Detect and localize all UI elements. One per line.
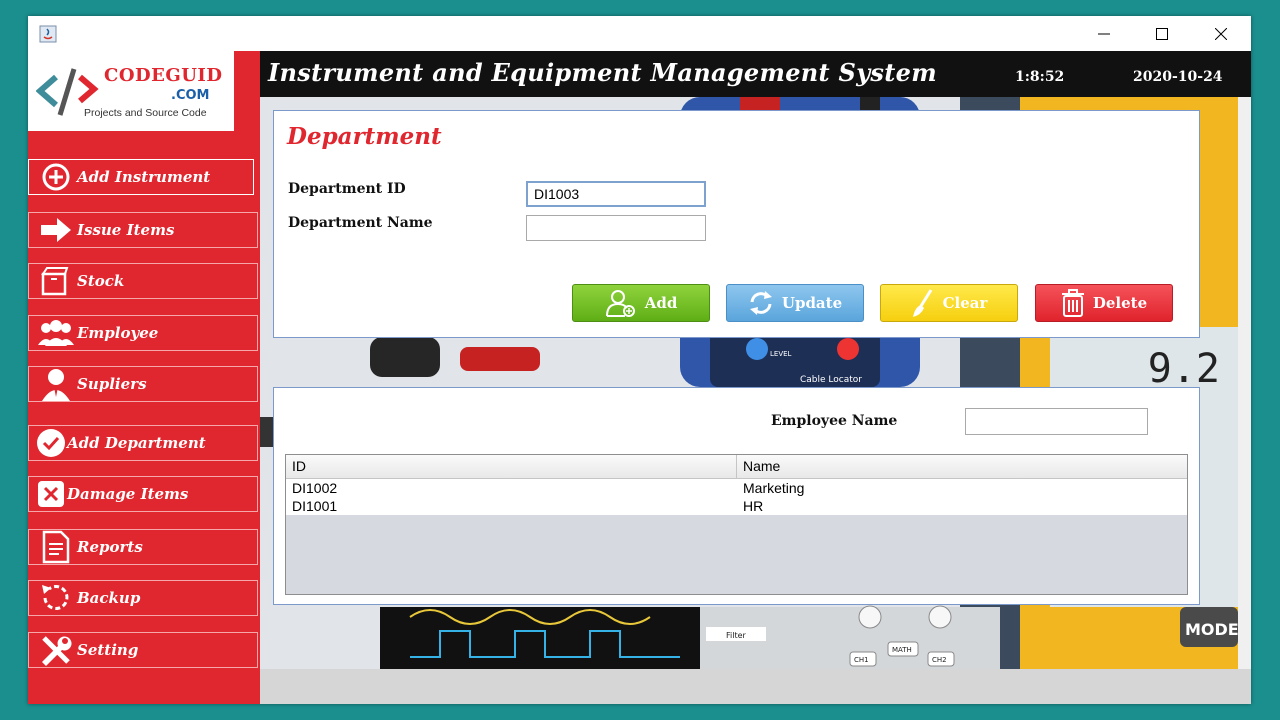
java-app-icon: [39, 25, 57, 43]
sidebar-item-issue-items[interactable]: Issue Items: [28, 212, 258, 248]
logo-name: CODEGUID: [104, 65, 223, 86]
app-window: CODEGUID .COM Projects and Source Code A…: [28, 16, 1251, 704]
update-button[interactable]: Update: [726, 284, 864, 322]
person-icon: [35, 366, 77, 402]
department-list-panel: Employee Name ID Name DI1002 Marketing D…: [273, 387, 1200, 605]
sidebar-item-reports[interactable]: Reports: [28, 529, 258, 565]
cell-name: Marketing: [743, 480, 805, 496]
x-box-icon: [35, 476, 67, 512]
window-titlebar: [28, 16, 1251, 51]
trash-icon: [1061, 289, 1084, 317]
close-button[interactable]: [1192, 16, 1250, 51]
report-icon: [35, 529, 77, 565]
sidebar-item-label: Supliers: [77, 375, 147, 393]
math-label: MATH: [892, 646, 912, 654]
brush-icon: [912, 289, 932, 317]
table-row[interactable]: DI1002 Marketing: [286, 479, 1187, 497]
app-header: Instrument and Equipment Management Syst…: [260, 51, 1251, 97]
sidebar-item-label: Damage Items: [67, 485, 189, 503]
department-name-input[interactable]: [526, 215, 706, 241]
cell-id: DI1002: [292, 480, 338, 496]
add-user-icon: [605, 290, 635, 317]
add-button[interactable]: Add: [572, 284, 710, 322]
sidebar-item-label: Issue Items: [77, 221, 175, 239]
form-title: Department: [287, 123, 442, 150]
refresh-icon: [749, 291, 772, 315]
backup-icon: [35, 580, 77, 616]
department-name-label: Department Name: [288, 215, 433, 231]
minimize-icon: [1098, 33, 1110, 34]
sidebar-item-label: Setting: [77, 641, 139, 659]
maximize-button[interactable]: [1133, 16, 1191, 51]
logo-suffix: .COM: [171, 88, 210, 103]
filter-label: Filter: [726, 631, 747, 640]
group-icon: [35, 315, 77, 351]
sidebar-item-add-department[interactable]: Add Department: [28, 425, 258, 461]
box-icon: [35, 263, 77, 299]
table-header: ID Name: [286, 455, 1187, 479]
employee-name-search-input[interactable]: [965, 408, 1148, 435]
clock-time: 1:8:52: [1015, 69, 1065, 85]
window-bottom-strip: [260, 669, 1251, 704]
maximize-icon: [1156, 27, 1168, 40]
sidebar-item-employee[interactable]: Employee: [28, 315, 258, 351]
arrow-right-icon: [35, 212, 77, 248]
logo-tagline: Projects and Source Code: [84, 107, 207, 119]
clock-date: 2020-10-24: [1133, 69, 1223, 85]
department-table: ID Name DI1002 Marketing DI1001 HR: [285, 454, 1188, 595]
employee-name-label: Employee Name: [771, 413, 898, 429]
cell-id: DI1001: [292, 498, 338, 514]
department-id-label: Department ID: [288, 181, 406, 197]
app-title: Instrument and Equipment Management Syst…: [268, 58, 937, 87]
sidebar: CODEGUID .COM Projects and Source Code A…: [28, 51, 260, 704]
minimize-button[interactable]: [1075, 16, 1133, 51]
sidebar-item-label: Employee: [77, 324, 159, 342]
sidebar-item-label: Stock: [77, 272, 125, 290]
column-header-name[interactable]: Name: [737, 455, 1187, 478]
delete-button-label: Delete: [1092, 294, 1148, 312]
table-row[interactable]: DI1001 HR: [286, 497, 1187, 515]
department-form-panel: Department Department ID Department Name…: [273, 110, 1200, 338]
check-circle-icon: [35, 425, 67, 461]
cell-name: HR: [743, 498, 764, 514]
ch1-label: CH1: [854, 656, 869, 664]
sidebar-item-stock[interactable]: Stock: [28, 263, 258, 299]
sidebar-item-label: Backup: [77, 589, 141, 607]
plus-circle-icon: [35, 159, 77, 195]
update-button-label: Update: [781, 294, 843, 312]
sidebar-item-setting[interactable]: Setting: [28, 632, 258, 668]
close-icon: [1215, 27, 1227, 40]
sidebar-item-damage-items[interactable]: Damage Items: [28, 476, 258, 512]
logo: CODEGUID .COM Projects and Source Code: [28, 51, 234, 131]
cable-locator-label: Cable Locator: [800, 375, 862, 385]
clear-button-label: Clear: [942, 294, 988, 312]
sidebar-item-label: Add Department: [67, 434, 206, 452]
sidebar-item-label: Reports: [77, 538, 143, 556]
clear-button[interactable]: Clear: [880, 284, 1018, 322]
column-header-id[interactable]: ID: [286, 455, 737, 478]
meter-display-digit: 9.2: [1148, 346, 1220, 392]
add-button-label: Add: [644, 294, 678, 312]
mode-label: MODE: [1185, 620, 1238, 639]
department-id-input[interactable]: [526, 181, 706, 207]
wrench-icon: [35, 632, 77, 668]
ch2-label: CH2: [932, 656, 947, 664]
delete-button[interactable]: Delete: [1035, 284, 1173, 322]
level-label: LEVEL: [770, 350, 792, 358]
sidebar-item-label: Add Instrument: [77, 168, 211, 186]
sidebar-item-supliers[interactable]: Supliers: [28, 366, 258, 402]
sidebar-item-add-instrument[interactable]: Add Instrument: [28, 159, 254, 195]
sidebar-item-backup[interactable]: Backup: [28, 580, 258, 616]
